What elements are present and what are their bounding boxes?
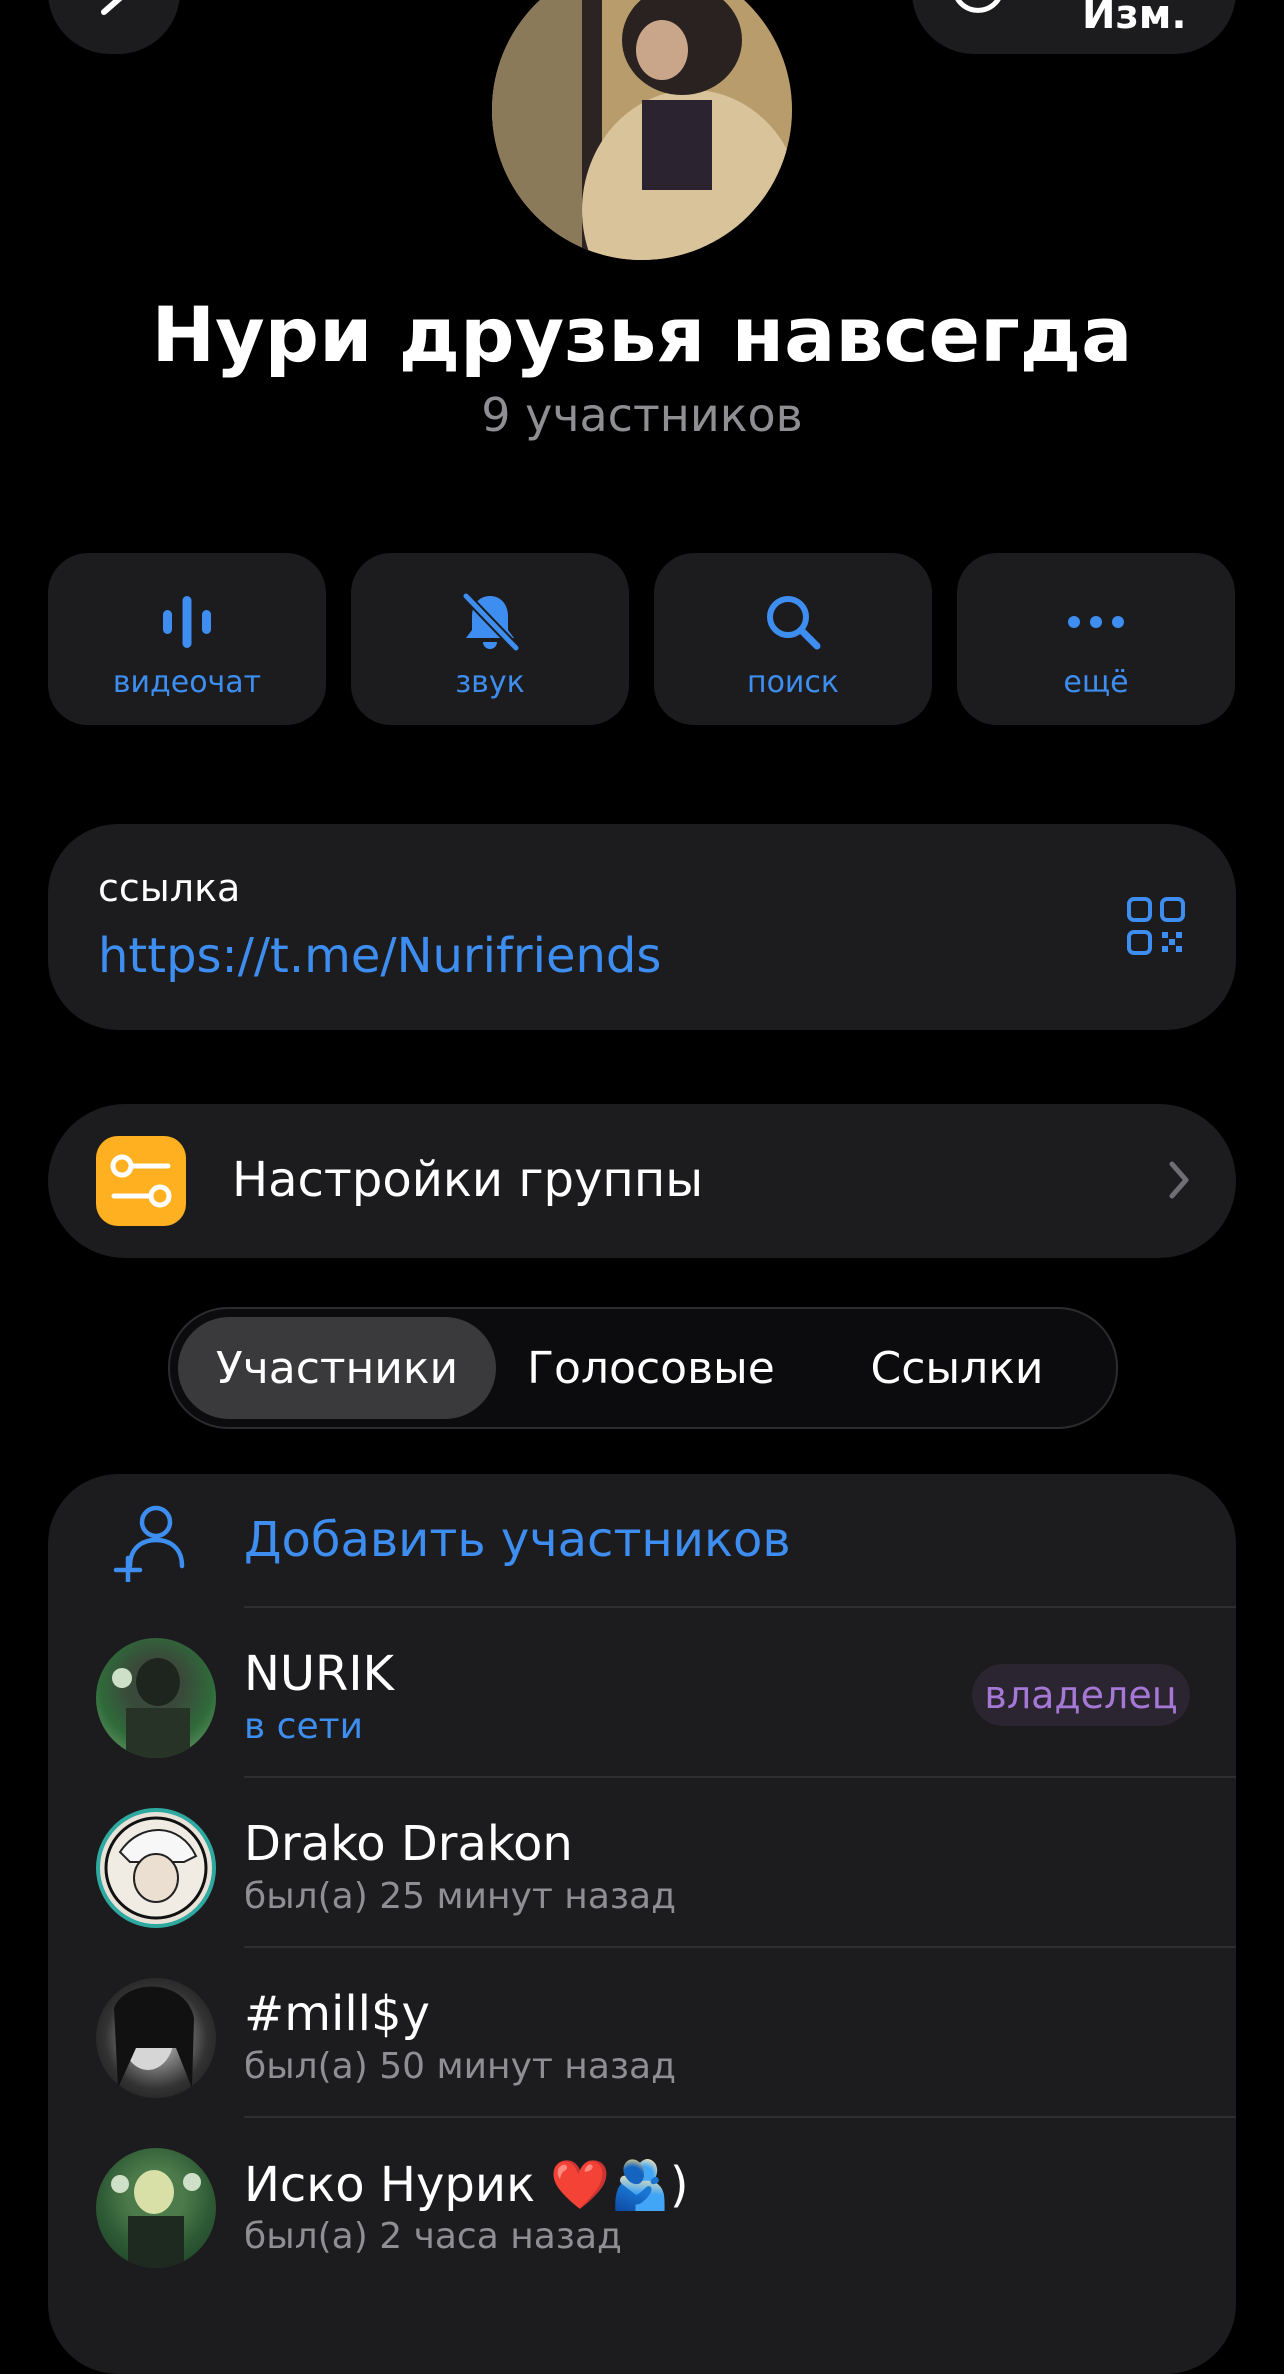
voice-chat-icon: [163, 596, 211, 648]
member-name: Иско Нурик ❤️🫂): [244, 2157, 689, 2213]
add-photo-icon: [955, 0, 1001, 13]
member-status: был(а) 50 минут назад: [244, 2046, 676, 2087]
search-button[interactable]: поиск: [654, 553, 932, 725]
voice-chat-label: видеочат: [112, 665, 262, 700]
member-status: в сети: [244, 1706, 363, 1747]
member-name: Drako Drakon: [244, 1816, 573, 1872]
invite-link-card[interactable]: ссылка https://t.me/Nurifriends: [48, 824, 1236, 1030]
sliders-icon: [96, 1136, 186, 1226]
invite-link[interactable]: https://t.me/Nurifriends: [98, 928, 661, 984]
avatar: [96, 1808, 216, 1928]
tab-members[interactable]: Участники: [178, 1317, 496, 1419]
search-icon: [767, 596, 821, 650]
voice-chat-button[interactable]: видеочат: [48, 553, 326, 725]
more-icon: [1068, 616, 1124, 628]
avatar: [96, 2148, 216, 2268]
more-button[interactable]: ещё: [957, 553, 1235, 725]
group-avatar[interactable]: [492, 0, 792, 260]
member-status: был(а) 2 часа назад: [244, 2216, 622, 2257]
more-label: ещё: [1063, 665, 1129, 700]
chevron-left-icon: [101, 0, 123, 15]
search-label: поиск: [746, 665, 840, 700]
members-list: Добавить участников NURIK в сети владеле…: [48, 1474, 1236, 2374]
mute-button[interactable]: звук: [351, 553, 629, 725]
member-name: #mill$y: [244, 1986, 430, 2042]
group-title: Нури друзья навсегда: [151, 290, 1133, 379]
owner-badge: владелец: [972, 1664, 1190, 1726]
member-row[interactable]: #mill$y был(а) 50 минут назад: [48, 1948, 1236, 2118]
add-members-label: Добавить участников: [244, 1512, 791, 1568]
tabs-segmented-control: Участники Голосовые Ссылки: [168, 1307, 1118, 1429]
member-row[interactable]: Иско Нурик ❤️🫂) был(а) 2 часа назад: [48, 2118, 1236, 2288]
member-row[interactable]: NURIK в сети владелец: [48, 1608, 1236, 1778]
chevron-right-icon: [1169, 1161, 1189, 1199]
avatar: [96, 1978, 216, 2098]
group-settings-label: Настройки группы: [232, 1152, 704, 1208]
group-settings-row[interactable]: Настройки группы: [48, 1104, 1236, 1258]
tab-links[interactable]: Ссылки: [806, 1317, 1108, 1419]
add-members-row[interactable]: Добавить участников: [48, 1474, 1236, 1606]
edit-label: Изм.: [1082, 0, 1187, 38]
link-caption: ссылка: [98, 866, 241, 910]
tab-voice[interactable]: Голосовые: [496, 1317, 806, 1419]
member-count: 9 участников: [481, 388, 803, 442]
qr-code-icon[interactable]: [1126, 896, 1186, 956]
member-status: был(а) 25 минут назад: [244, 1876, 676, 1917]
avatar: [96, 1638, 216, 1758]
add-user-icon: [113, 1505, 185, 1582]
bell-slash-icon: [462, 592, 520, 652]
member-row[interactable]: Drako Drakon был(а) 25 минут назад: [48, 1778, 1236, 1948]
avatar-photo: [492, 0, 792, 260]
back-button[interactable]: [48, 0, 180, 54]
edit-button[interactable]: Изм.: [912, 0, 1236, 54]
mute-label: звук: [455, 665, 525, 700]
member-name: NURIK: [244, 1646, 395, 1702]
